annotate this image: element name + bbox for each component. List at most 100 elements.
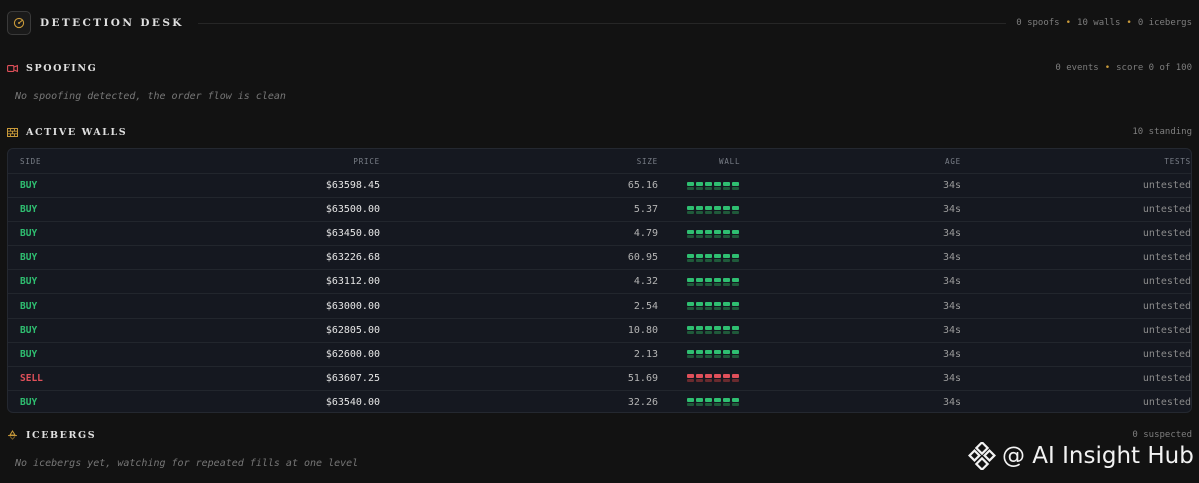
- wall-bar-shadow: [696, 379, 703, 383]
- spoofing-title: SPOOFING: [26, 62, 98, 74]
- wall-bar-segment: [705, 205, 712, 210]
- wall-bar-shadow: [705, 307, 712, 311]
- wall-bar-shadow: [696, 331, 703, 335]
- spoofing-events: 0 events: [1055, 63, 1099, 73]
- column-header-side[interactable]: SIDE: [20, 149, 41, 173]
- wall-bar-segment: [687, 205, 694, 210]
- table-body: BUY $63598.45 65.16 34s untested BUY $63500.00…: [8, 173, 1191, 412]
- column-header-price[interactable]: PRICE: [353, 149, 380, 173]
- wall-bar-shadow: [714, 186, 721, 190]
- wall-bar-segment: [732, 302, 739, 307]
- wall-bar-shadow: [696, 186, 703, 190]
- wall-bar-segment: [714, 277, 721, 282]
- wall-bar-shadow: [723, 258, 730, 262]
- cell-size: 5.37: [633, 204, 658, 216]
- wall-bar-shadow: [687, 186, 694, 190]
- cell-size: 10.80: [627, 324, 658, 336]
- wall-bar-segment: [705, 253, 712, 258]
- column-header-size[interactable]: SIZE: [637, 149, 658, 173]
- cell-size: 32.26: [627, 396, 658, 408]
- wall-bar-shadow: [687, 331, 694, 335]
- table-row[interactable]: BUY $63000.00 2.54 34s untested: [8, 293, 1191, 317]
- table-row[interactable]: BUY $63226.68 60.95 34s untested: [8, 245, 1191, 269]
- table-row[interactable]: BUY $63500.00 5.37 34s untested: [8, 197, 1191, 221]
- wall-bar-segment: [732, 253, 739, 258]
- walls-meta: 10 standing: [1132, 127, 1192, 137]
- cell-age: 34s: [942, 180, 961, 192]
- spoofing-empty-message: No spoofing detected, the order flow is …: [15, 91, 286, 102]
- wall-strength-bar: [687, 277, 741, 286]
- cell-tests: untested: [1142, 204, 1191, 216]
- wall-bar-segment: [732, 181, 739, 186]
- cell-price: $63226.68: [325, 252, 380, 264]
- wall-bar-shadow: [705, 210, 712, 214]
- cell-side: BUY: [20, 252, 38, 264]
- wall-strength-bar: [687, 302, 741, 311]
- wall-bar-segment: [714, 302, 721, 307]
- cell-size: 51.69: [627, 372, 658, 384]
- column-header-tests[interactable]: TESTS: [1164, 149, 1191, 173]
- wall-bar-shadow: [732, 210, 739, 214]
- column-header-age[interactable]: AGE: [945, 149, 961, 173]
- wall-bar-segment: [687, 302, 694, 307]
- wall-bar-shadow: [687, 210, 694, 214]
- cell-wall: [687, 343, 741, 366]
- table-row[interactable]: SELL $63607.25 51.69 34s untested: [8, 365, 1191, 390]
- wall-count: 10 walls: [1077, 18, 1121, 28]
- wall-bar-segment: [723, 277, 730, 282]
- cell-side: BUY: [20, 300, 38, 312]
- table-row[interactable]: BUY $63112.00 4.32 34s untested: [8, 269, 1191, 293]
- cell-age: 34s: [942, 300, 961, 312]
- wall-bar-shadow: [723, 379, 730, 383]
- wall-bar-segment: [732, 374, 739, 379]
- cell-wall: [687, 319, 741, 342]
- wall-bar-segment: [732, 326, 739, 331]
- cell-wall: [687, 367, 741, 390]
- table-row[interactable]: BUY $62600.00 2.13 34s untested: [8, 341, 1191, 366]
- wall-bar-shadow: [723, 355, 730, 359]
- cell-age: 34s: [942, 204, 961, 216]
- wall-bar-segment: [732, 350, 739, 355]
- wall-bar-segment: [687, 181, 694, 186]
- separator-dot: •: [1065, 18, 1072, 28]
- wall-bar-shadow: [732, 307, 739, 311]
- wall-bar-shadow: [705, 379, 712, 383]
- cell-age: 34s: [942, 252, 961, 264]
- cell-size: 2.54: [633, 300, 658, 312]
- iceberg-icon: [8, 430, 17, 440]
- wall-strength-bar: [687, 326, 741, 335]
- cell-tests: untested: [1142, 252, 1191, 264]
- wall-bar-segment: [687, 277, 694, 282]
- wall-bar-shadow: [723, 186, 730, 190]
- table-row[interactable]: BUY $62805.00 10.80 34s untested: [8, 317, 1191, 342]
- watermark: @ AI Insight Hub: [968, 442, 1194, 470]
- wall-bar-shadow: [732, 186, 739, 190]
- cell-price: $63607.25: [325, 372, 380, 384]
- table-row[interactable]: BUY $63540.00 32.26 34s untested: [8, 389, 1191, 412]
- wall-bar-segment: [696, 205, 703, 210]
- iceberg-count: 0 icebergs: [1137, 18, 1192, 28]
- wall-bar-segment: [723, 398, 730, 403]
- separator-dot: •: [1104, 63, 1111, 73]
- wall-bar-shadow: [696, 234, 703, 238]
- walls-title: ACTIVE WALLS: [26, 126, 128, 138]
- wall-strength-bar: [687, 350, 741, 359]
- cell-age: 34s: [942, 228, 961, 240]
- wall-bar-segment: [696, 277, 703, 282]
- table-row[interactable]: BUY $63450.00 4.79 34s untested: [8, 221, 1191, 245]
- wall-bar-shadow: [723, 331, 730, 335]
- wall-bar-segment: [687, 374, 694, 379]
- wall-bar-segment: [705, 374, 712, 379]
- column-header-wall[interactable]: WALL: [719, 149, 740, 173]
- wall-bar-shadow: [723, 282, 730, 286]
- wall-bar-shadow: [687, 379, 694, 383]
- wall-bar-shadow: [714, 258, 721, 262]
- cell-wall: [687, 246, 741, 269]
- table-row[interactable]: BUY $63598.45 65.16 34s untested: [8, 173, 1191, 197]
- cell-wall: [687, 222, 741, 245]
- cell-age: 34s: [942, 348, 961, 360]
- wall-bar-segment: [714, 229, 721, 234]
- cell-tests: untested: [1142, 180, 1191, 192]
- cell-wall: [687, 391, 741, 412]
- wall-bar-segment: [705, 398, 712, 403]
